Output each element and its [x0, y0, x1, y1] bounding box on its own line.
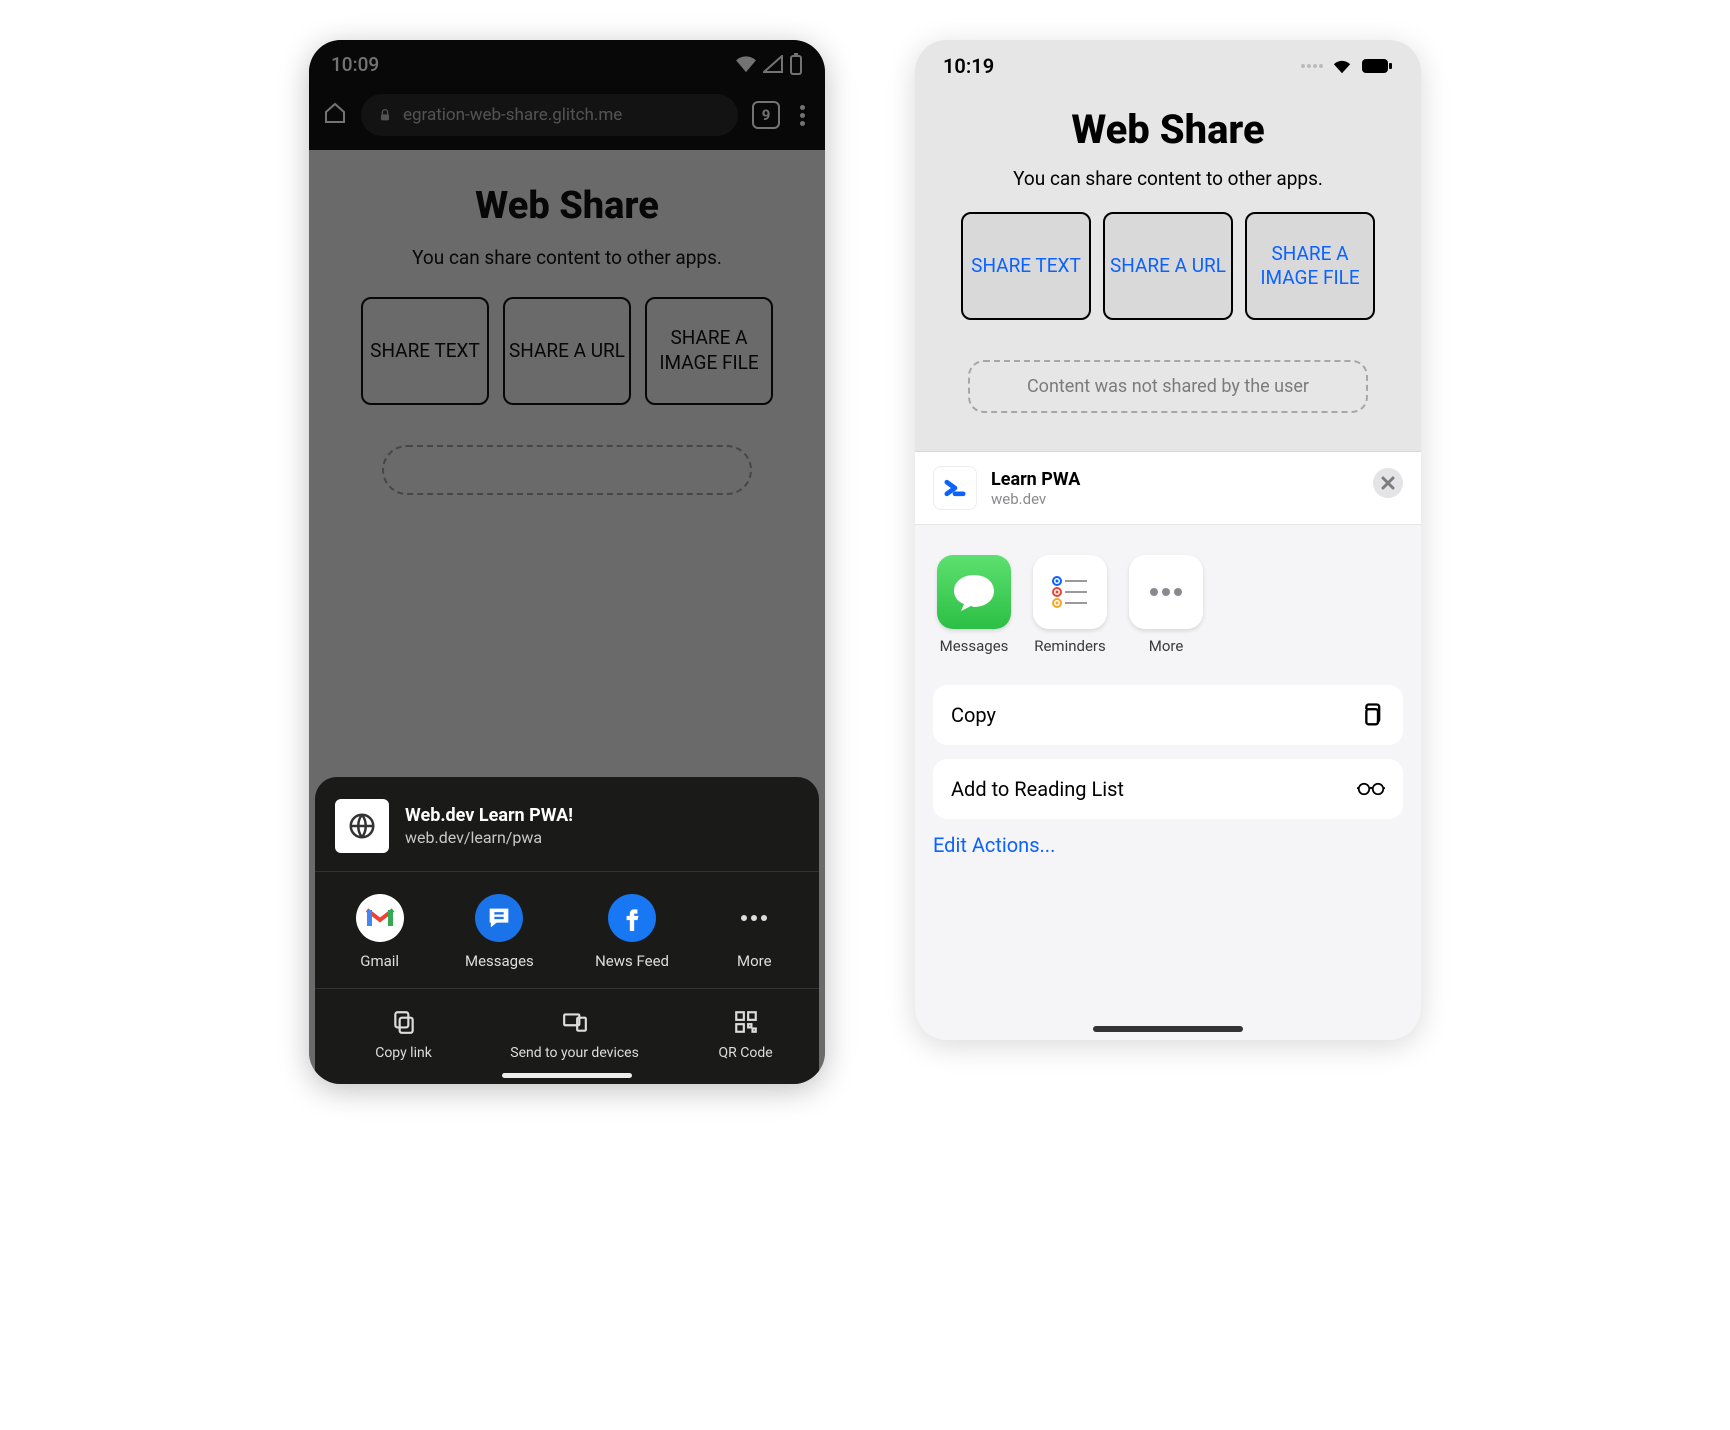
share-title: Learn PWA [991, 469, 1080, 490]
share-subtitle: web.dev/learn/pwa [405, 828, 573, 847]
page-content: Web Share You can share content to other… [915, 92, 1421, 433]
share-actions-row: Copy link Send to your devices QR Code [315, 989, 819, 1068]
ios-status-bar: 10:19 [915, 40, 1421, 92]
ios-share-sheet: Learn PWA web.dev Messages [915, 451, 1421, 1040]
share-target-more[interactable]: More [730, 894, 778, 970]
ios-phone: 10:19 Web Share You can share content to… [915, 40, 1421, 1040]
share-target-newsfeed[interactable]: News Feed [595, 894, 669, 970]
action-copy-link[interactable]: Copy link [323, 1009, 484, 1062]
app-label: More [737, 952, 772, 970]
android-phone: 10:09 egration-web-share.glitch.me 9 Web… [309, 40, 825, 1084]
share-target-messages[interactable]: Messages [937, 555, 1011, 655]
app-label: Messages [940, 637, 1009, 655]
share-url-button[interactable]: SHARE A URL [1103, 212, 1233, 320]
app-label: News Feed [595, 952, 669, 970]
reminders-icon [1033, 555, 1107, 629]
close-icon [1381, 476, 1395, 490]
page-subtitle: You can share content to other apps. [937, 167, 1399, 190]
status-icons [1301, 57, 1393, 75]
share-image-button[interactable]: SHARE A IMAGE FILE [1245, 212, 1375, 320]
android-share-sheet: Web.dev Learn PWA! web.dev/learn/pwa Gma… [315, 777, 819, 1084]
action-send-to-devices[interactable]: Send to your devices [494, 1009, 655, 1062]
page-title: Web Share [937, 106, 1399, 153]
site-icon [933, 466, 977, 510]
facebook-icon [608, 894, 656, 942]
app-label: Reminders [1034, 637, 1106, 655]
share-target-reminders[interactable]: Reminders [1033, 555, 1107, 655]
share-targets-row: Gmail Messages News Feed More [315, 872, 819, 989]
action-copy[interactable]: Copy [933, 685, 1403, 745]
share-header: Web.dev Learn PWA! web.dev/learn/pwa [315, 791, 819, 872]
status-time: 10:19 [943, 54, 994, 78]
more-icon [1129, 555, 1203, 629]
status-message: Content was not shared by the user [968, 360, 1368, 413]
wifi-icon [1331, 57, 1353, 75]
devices-icon [562, 1009, 588, 1035]
share-thumbnail [335, 799, 389, 853]
home-indicator [1093, 1026, 1243, 1032]
share-target-messages[interactable]: Messages [465, 894, 534, 970]
share-targets-row: Messages Reminders [915, 525, 1421, 671]
action-label: Copy link [375, 1045, 432, 1062]
messages-icon [475, 894, 523, 942]
share-text-button[interactable]: SHARE TEXT [961, 212, 1091, 320]
globe-icon [347, 811, 377, 841]
copy-icon [391, 1009, 417, 1035]
qr-icon [733, 1009, 759, 1035]
edit-actions-link[interactable]: Edit Actions... [915, 819, 1421, 857]
recording-indicator-icon [1301, 64, 1323, 68]
share-target-gmail[interactable]: Gmail [356, 894, 404, 970]
share-target-more[interactable]: More [1129, 555, 1203, 655]
action-label: Send to your devices [510, 1045, 639, 1062]
more-icon [730, 894, 778, 942]
battery-icon [1361, 58, 1393, 74]
share-actions-list: Copy Add to Reading List [915, 671, 1421, 819]
action-label: QR Code [719, 1045, 773, 1062]
copy-icon [1357, 701, 1385, 729]
app-label: Messages [465, 952, 534, 970]
action-label: Copy [951, 703, 996, 727]
app-label: Gmail [360, 952, 399, 970]
gmail-icon [356, 894, 404, 942]
action-label: Add to Reading List [951, 777, 1124, 801]
close-button[interactable] [1373, 468, 1403, 498]
nav-home-indicator [502, 1073, 632, 1078]
action-qr-code[interactable]: QR Code [665, 1009, 825, 1062]
app-label: More [1149, 637, 1184, 655]
share-subtitle: web.dev [991, 490, 1080, 508]
messages-icon [937, 555, 1011, 629]
share-title: Web.dev Learn PWA! [405, 805, 573, 826]
glasses-icon [1357, 775, 1385, 803]
action-reading-list[interactable]: Add to Reading List [933, 759, 1403, 819]
share-header: Learn PWA web.dev [915, 452, 1421, 525]
